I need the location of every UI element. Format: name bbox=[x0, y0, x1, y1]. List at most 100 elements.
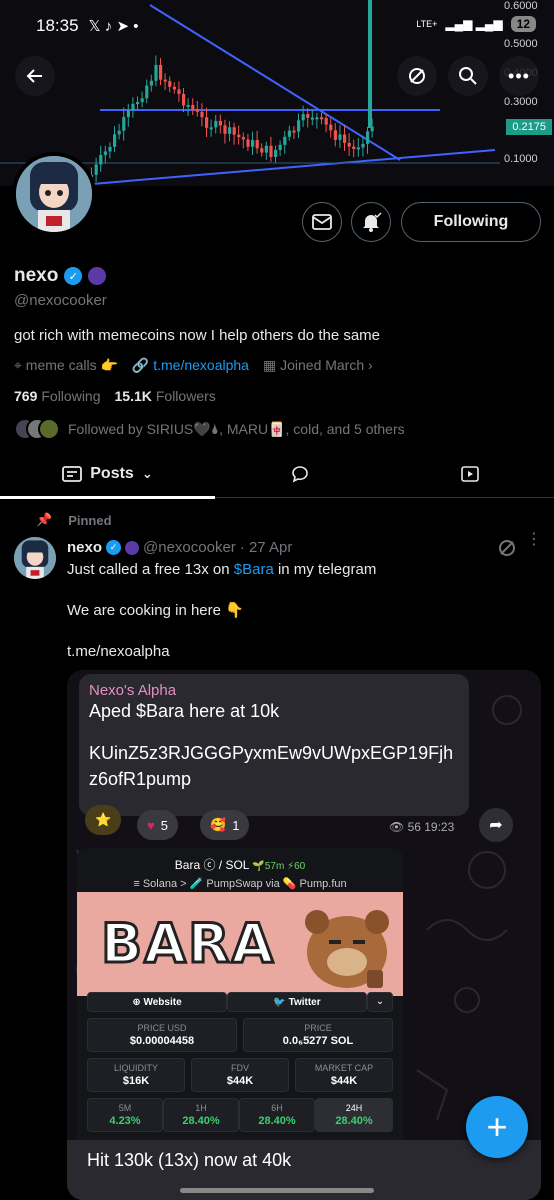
message-button[interactable] bbox=[302, 202, 342, 242]
grok-button[interactable] bbox=[397, 56, 437, 96]
profile-avatar[interactable] bbox=[12, 152, 96, 236]
active-tab-indicator bbox=[0, 496, 215, 499]
link-icon: 🔗 bbox=[131, 357, 150, 373]
star-icon: ⭐ bbox=[95, 812, 112, 827]
reaction-count: 1 bbox=[232, 817, 240, 833]
candle bbox=[200, 111, 204, 118]
price-label: 0.6000 bbox=[504, 0, 538, 12]
token-banner: BARA bbox=[77, 892, 403, 996]
tab-posts-label: Posts bbox=[90, 465, 134, 482]
post-line-2: We are cooking in here 👇 bbox=[67, 602, 244, 619]
post-line-1: Just called a free 13x on $Bara in my te… bbox=[67, 561, 376, 578]
post-text-segment: Just called a free 13x on bbox=[67, 561, 234, 578]
cell-label: 5M bbox=[118, 1103, 132, 1113]
love-face-icon: 🥰 bbox=[210, 817, 227, 832]
pinned-label-row: 📌 Pinned bbox=[36, 512, 112, 528]
price-label: 0.5000 bbox=[504, 38, 538, 50]
reaction-star: ⭐ bbox=[85, 805, 122, 835]
website-button: ⊕ Website bbox=[87, 992, 227, 1012]
followed-by-text: Followed by SIRIUS🖤🌢, MARU🀄, cold, and 5… bbox=[68, 420, 405, 437]
cell-value: $44K bbox=[330, 1075, 358, 1087]
price-label: 0.3000 bbox=[504, 96, 538, 108]
media-icon bbox=[460, 466, 479, 482]
trendline bbox=[79, 149, 496, 186]
candle bbox=[361, 143, 365, 148]
pin-icon: 📌 bbox=[36, 512, 53, 527]
message-line-1: Aped $Bara here at 10k bbox=[89, 701, 280, 721]
tab-replies[interactable] bbox=[215, 450, 385, 498]
candle bbox=[228, 127, 232, 134]
status-bar-right: LTE+ ▂▄▆ ▂▄▆ 12 bbox=[416, 16, 536, 32]
contract-address: KUinZ5z3RJGGGPyxmEw9vUWpxEGP19Fjhz6ofR1p… bbox=[89, 743, 454, 789]
timeframe-cell: 5M 4.23% bbox=[87, 1098, 163, 1132]
compose-button[interactable]: + bbox=[466, 1096, 528, 1158]
followed-by-row[interactable]: Followed by SIRIUS🖤🌢, MARU🀄, cold, and 5… bbox=[14, 418, 405, 440]
search-button[interactable] bbox=[448, 56, 488, 96]
cell-label: FDV bbox=[231, 1063, 249, 1073]
candle bbox=[274, 149, 278, 157]
twitter-button: 🐦 Twitter bbox=[227, 992, 367, 1012]
candle bbox=[159, 64, 163, 80]
cashtag-link[interactable]: $Bara bbox=[234, 561, 274, 578]
cell-value: $0.00004458 bbox=[129, 1035, 195, 1047]
home-indicator[interactable] bbox=[180, 1188, 374, 1193]
profile-link[interactable]: 🔗 t.me/nexoalpha bbox=[132, 357, 249, 374]
following-button[interactable]: Following bbox=[401, 202, 541, 242]
joined-item: ▦ Joined March › bbox=[263, 357, 373, 374]
profile-name-row: nexo ✓ bbox=[14, 265, 107, 287]
following-number: 769 bbox=[14, 388, 38, 404]
back-button[interactable] bbox=[15, 56, 55, 96]
following-count[interactable]: 769 Following bbox=[14, 388, 101, 404]
reaction-heart: ♥ 5 bbox=[137, 810, 178, 840]
candle bbox=[122, 117, 126, 131]
candle bbox=[283, 136, 287, 145]
post-author-handle[interactable]: @nexocooker bbox=[143, 539, 236, 556]
candle bbox=[131, 103, 135, 111]
candle bbox=[368, 0, 372, 128]
cell-value: 28.40% bbox=[335, 1115, 373, 1127]
cell-value: 0.0₆5277 SOL bbox=[282, 1035, 354, 1047]
post-date[interactable]: · 27 Apr bbox=[240, 539, 293, 556]
grok-post-button[interactable] bbox=[497, 538, 517, 563]
candle bbox=[343, 134, 347, 143]
follower-avatars bbox=[14, 418, 60, 440]
candle bbox=[366, 131, 370, 144]
post-more-button[interactable]: ⋮ bbox=[526, 532, 542, 548]
grok-icon bbox=[409, 68, 425, 84]
tab-posts[interactable]: Posts ⌄ bbox=[0, 450, 215, 499]
cell-value: 28.40% bbox=[182, 1115, 220, 1127]
followers-count[interactable]: 15.1K Followers bbox=[115, 388, 216, 404]
more-options-button[interactable]: ••• bbox=[499, 56, 539, 96]
avatar-image bbox=[14, 537, 56, 579]
cell-label: LIQUIDITY bbox=[113, 1063, 158, 1073]
candle bbox=[352, 146, 356, 149]
candle bbox=[172, 86, 176, 90]
grok-icon bbox=[499, 540, 515, 556]
candle bbox=[306, 114, 310, 118]
candle bbox=[356, 147, 360, 150]
candle bbox=[99, 154, 103, 165]
candle bbox=[136, 102, 140, 105]
category-item: ⌖ meme calls 👉 bbox=[14, 357, 118, 374]
candle bbox=[315, 117, 319, 120]
tab-media[interactable] bbox=[385, 450, 554, 498]
pair-title: Bara ⓒ / SOL bbox=[174, 858, 250, 872]
channel-name: Nexo's Alpha bbox=[89, 682, 177, 699]
network-label: LTE+ bbox=[416, 19, 438, 29]
profile-link-text[interactable]: t.me/nexoalpha bbox=[153, 357, 249, 373]
timeframe-cell-active: 24H 28.40% bbox=[315, 1098, 393, 1132]
posts-icon bbox=[62, 466, 83, 482]
candle bbox=[320, 117, 324, 120]
cell-label: PRICE USD bbox=[137, 1023, 187, 1033]
reply-icon bbox=[292, 466, 308, 483]
candle bbox=[163, 79, 167, 82]
followers-text: Followers bbox=[155, 388, 216, 404]
candle bbox=[278, 144, 282, 150]
battery-icon: 12 bbox=[510, 16, 536, 32]
post-link[interactable]: t.me/nexoalpha bbox=[67, 643, 170, 660]
candle bbox=[251, 140, 255, 147]
candle bbox=[269, 145, 273, 157]
notifications-button[interactable] bbox=[351, 202, 391, 242]
post-author-name[interactable]: nexo bbox=[67, 539, 102, 556]
post-author-avatar[interactable] bbox=[14, 537, 56, 579]
